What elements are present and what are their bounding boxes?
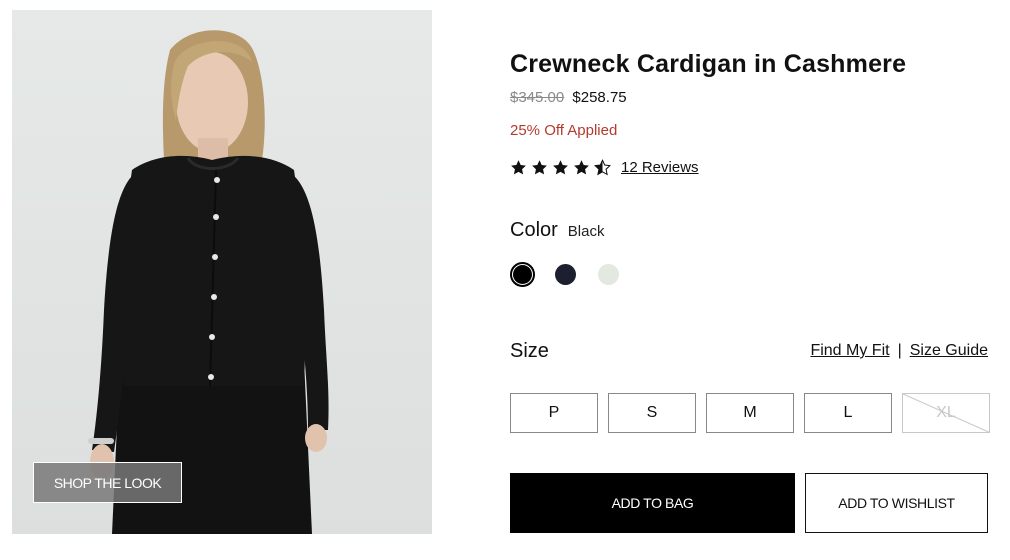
shop-the-look-button[interactable]: SHOP THE LOOK [33,462,182,503]
size-option-l[interactable]: L [804,393,892,433]
star-full-icon [511,160,526,175]
selected-color-value: Black [567,223,605,240]
sale-price: $258.75 [572,89,627,106]
size-links-separator: | [897,342,902,359]
color-row: Color Black [510,219,604,242]
swatch-ivory[interactable] [596,262,621,287]
swatch-navy[interactable] [553,262,578,287]
size-label: Size [510,340,549,362]
star-half-icon [594,159,611,176]
original-price: $345.00 [510,89,565,106]
star-rating [510,159,611,176]
price-row: $345.00 $258.75 [510,89,627,106]
size-option-xl: XL [902,393,990,433]
star-full-icon [532,160,547,175]
star-full-icon [553,160,568,175]
product-image[interactable]: SHOP THE LOOK [12,10,432,534]
size-option-m[interactable]: M [706,393,794,433]
reviews-link[interactable]: 12 Reviews [621,159,699,176]
color-swatches [510,262,621,287]
star-full-icon [574,160,589,175]
discount-text: 25% Off Applied [510,122,618,139]
add-to-bag-button[interactable]: ADD TO BAG [510,473,795,533]
size-links: Find My Fit | Size Guide [810,342,988,360]
swatch-black[interactable] [510,262,535,287]
size-options: P S M L XL [510,393,990,433]
color-label: Color [510,219,558,241]
size-option-s[interactable]: S [608,393,696,433]
size-guide-link[interactable]: Size Guide [910,342,988,360]
swatch-navy-fill [555,264,576,285]
find-my-fit-link[interactable]: Find My Fit [810,342,889,360]
rating-row: 12 Reviews [510,159,699,176]
model-illustration [88,30,329,534]
product-title: Crewneck Cardigan in Cashmere [510,50,907,78]
swatch-black-fill [513,265,532,284]
size-option-p[interactable]: P [510,393,598,433]
add-to-wishlist-button[interactable]: ADD TO WISHLIST [805,473,988,533]
swatch-ivory-fill [598,264,619,285]
